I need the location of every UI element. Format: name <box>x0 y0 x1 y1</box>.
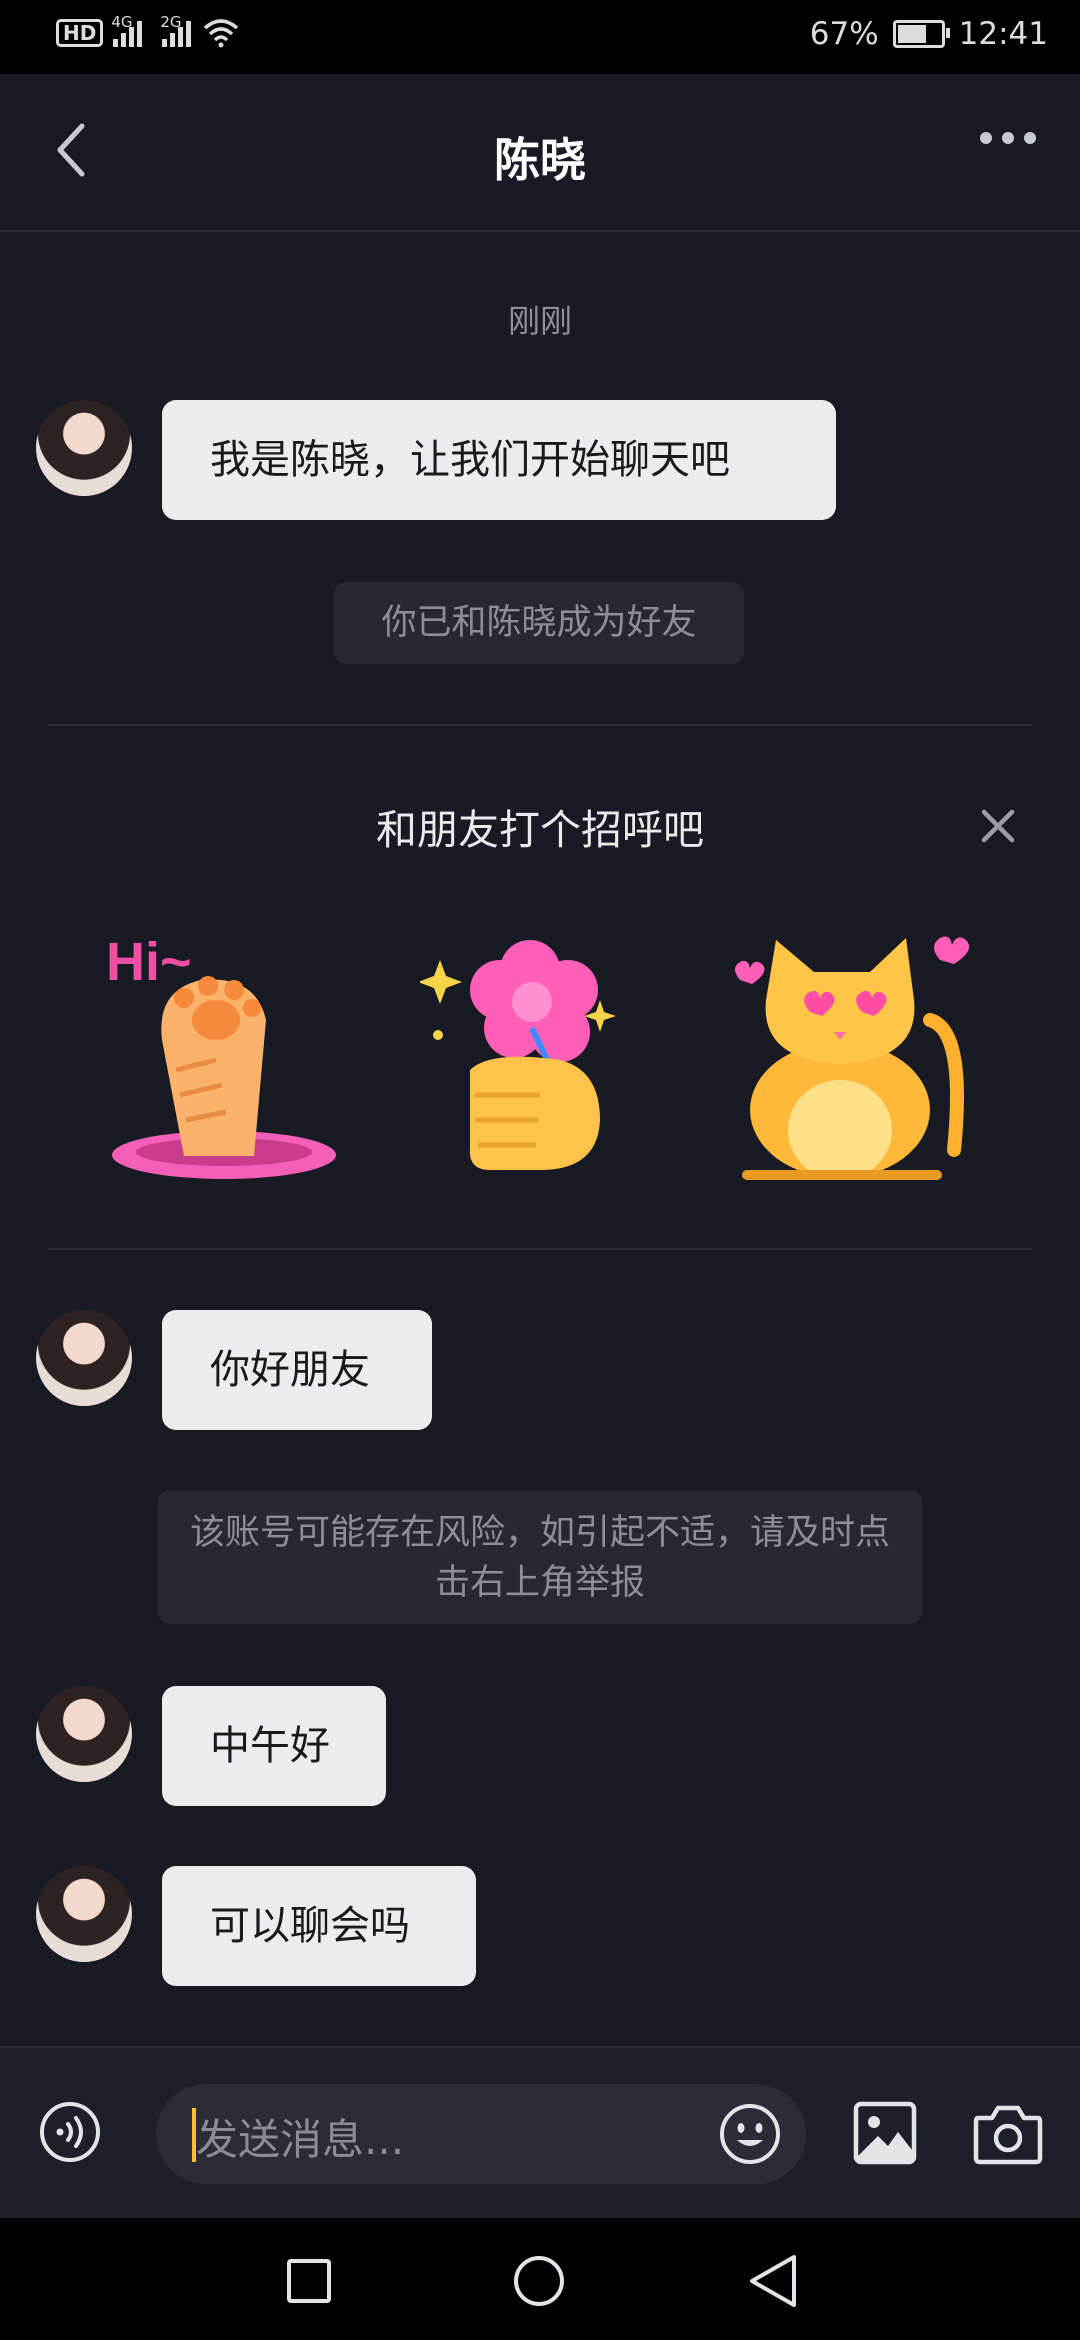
battery-icon <box>892 20 950 48</box>
system-nav-bar <box>0 2218 1080 2340</box>
divider <box>48 1248 1032 1250</box>
greet-title: 和朋友打个招呼吧 <box>376 806 704 854</box>
image-icon[interactable] <box>852 2100 918 2166</box>
signal-icon-sim1: 4G <box>111 13 143 47</box>
chat-title: 陈晓 <box>494 133 586 187</box>
camera-icon[interactable] <box>972 2100 1044 2166</box>
hd-badge: HD <box>56 19 104 47</box>
clock: 12:41 <box>958 16 1048 52</box>
chat-header: 陈晓 <box>0 74 1080 232</box>
wifi-icon <box>204 19 239 48</box>
status-right: 67% 12:41 <box>810 16 1048 52</box>
home-icon[interactable] <box>512 2254 566 2308</box>
friend-notice: 你已和陈晓成为好友 <box>334 582 744 664</box>
message-timestamp: 刚刚 <box>507 302 572 340</box>
message-input[interactable]: 发送消息... <box>156 2084 806 2184</box>
sticker-hi-paw[interactable]: Hi~ <box>96 920 336 1190</box>
input-bar: 发送消息... <box>0 2046 1080 2220</box>
sim2-network: 2G <box>160 13 182 31</box>
message-bubble[interactable]: 我是陈晓，让我们开始聊天吧 <box>162 400 836 520</box>
recents-icon[interactable] <box>286 2258 332 2304</box>
nav-back-icon[interactable] <box>744 2252 800 2310</box>
sticker-hi-text: Hi~ <box>106 932 192 992</box>
divider <box>48 724 1032 726</box>
signal-icon-sim2: 2G <box>160 13 192 47</box>
risk-notice: 该账号可能存在风险，如引起不适，请及时点击右上角举报 <box>158 1490 922 1624</box>
battery-percent: 67% <box>809 16 879 52</box>
message-bubble[interactable]: 可以聊会吗 <box>162 1866 476 1986</box>
message-bubble[interactable]: 你好朋友 <box>162 1310 432 1430</box>
emoji-icon[interactable] <box>718 2102 782 2166</box>
avatar[interactable] <box>36 400 132 496</box>
sim1-network: 4G <box>111 13 133 31</box>
message-bubble[interactable]: 中午好 <box>162 1686 386 1806</box>
more-dots-icon[interactable] <box>980 132 1036 144</box>
sticker-flower-hand[interactable] <box>420 920 660 1190</box>
voice-icon[interactable] <box>38 2100 102 2164</box>
avatar[interactable] <box>36 1310 132 1406</box>
avatar[interactable] <box>36 1686 132 1782</box>
close-icon[interactable] <box>976 804 1020 848</box>
status-bar: HD 4G 2G 67% 12:41 <box>0 0 1080 74</box>
message-input-placeholder: 发送消息... <box>196 2115 405 2164</box>
status-left: HD 4G 2G <box>56 13 241 48</box>
avatar[interactable] <box>36 1866 132 1962</box>
sticker-heart-cat[interactable] <box>730 920 970 1190</box>
